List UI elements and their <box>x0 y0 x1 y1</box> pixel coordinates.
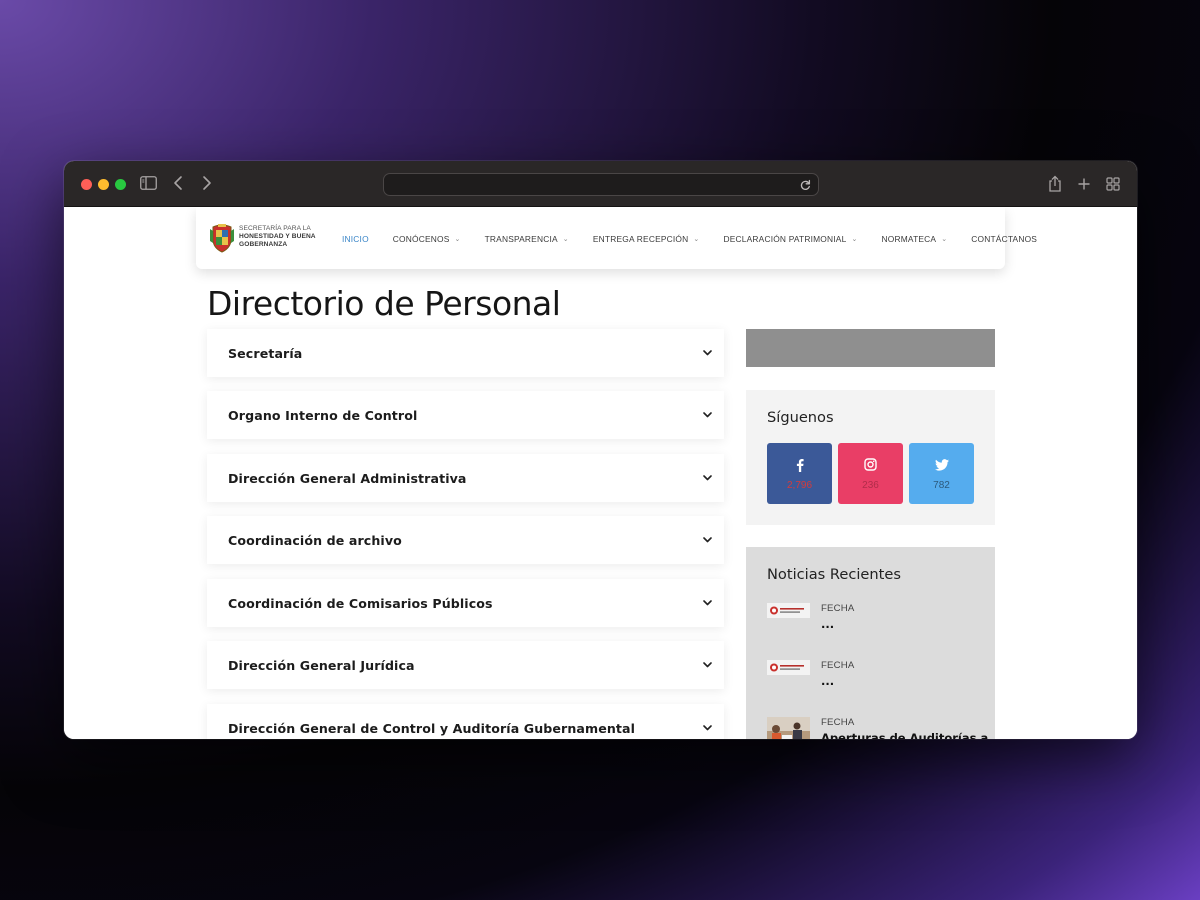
nav-item-label: TRANSPARENCIA <box>484 233 558 244</box>
logo-line: GOBERNANZA <box>239 241 288 248</box>
follow-us-title: Síguenos <box>767 409 834 426</box>
news-date: FECHA <box>821 603 855 614</box>
recent-news-widget: Noticias Recientes FECHA ... FECHA ... F… <box>746 547 995 739</box>
coat-of-arms-logo-icon[interactable] <box>209 223 235 253</box>
chevron-down-icon: ⌄ <box>454 235 461 243</box>
site-header: SECRETARÍA PARA LA HONESTIDAD Y BUENA GO… <box>196 208 1037 269</box>
forward-arrow-icon[interactable] <box>200 173 214 193</box>
site-logo-text[interactable]: SECRETARÍA PARA LA HONESTIDAD Y BUENA GO… <box>239 225 329 249</box>
news-thumbnail-photo-icon[interactable] <box>767 717 810 739</box>
nav-item-label: CONÓCENOS <box>392 233 450 244</box>
accordion-item-label: Dirección General Jurídica <box>228 657 415 673</box>
accordion-item-coordinacion-de-comisarios-publicos[interactable]: Coordinación de Comisarios Públicos <box>207 579 724 627</box>
news-date: FECHA <box>821 717 855 728</box>
chevron-down-icon <box>702 724 712 732</box>
recent-news-title: Noticias Recientes <box>767 566 901 583</box>
nav-item-inicio[interactable]: INICIO <box>342 234 369 244</box>
news-item[interactable]: FECHA Aperturas de Auditorías a <box>767 717 988 739</box>
nav-item-label: INICIO <box>342 233 369 244</box>
nav-item-label: NORMATECA <box>881 233 937 244</box>
new-tab-icon[interactable] <box>1076 174 1092 194</box>
accordion-item-label: Coordinación de archivo <box>228 532 402 548</box>
page-title: Directorio de Personal <box>207 284 561 323</box>
accordion-item-label: Coordinación de Comisarios Públicos <box>228 595 493 611</box>
nav-item-normateca[interactable]: NORMATECA ⌄ <box>882 234 948 244</box>
news-title[interactable]: ... <box>821 617 834 631</box>
news-thumbnail-logo-icon[interactable] <box>767 660 810 675</box>
nav-item-transparencia[interactable]: TRANSPARENCIA ⌄ <box>485 234 569 244</box>
accordion-item-label: Organo Interno de Control <box>228 407 418 423</box>
accordion-item-label: Dirección General Administrativa <box>228 470 467 486</box>
accordion-item-label: Dirección General de Control y Auditoría… <box>228 720 636 736</box>
browser-toolbar <box>64 161 1137 207</box>
accordion-item-coordinacion-de-archivo[interactable]: Coordinación de archivo <box>207 516 724 564</box>
chevron-down-icon <box>702 661 712 669</box>
nav-item-label: ENTREGA RECEPCIÓN <box>592 233 689 244</box>
news-thumbnail-logo-icon[interactable] <box>767 603 810 618</box>
tab-overview-icon[interactable] <box>1105 176 1121 192</box>
back-arrow-icon[interactable] <box>171 173 185 193</box>
instagram-button[interactable]: 236 <box>838 443 903 504</box>
minimize-window-button[interactable] <box>98 179 109 190</box>
browser-window: SECRETARÍA PARA LA HONESTIDAD Y BUENA GO… <box>64 161 1137 739</box>
twitter-count: 782 <box>933 479 950 491</box>
chevron-down-icon: ⌄ <box>693 235 700 243</box>
logo-line: HONESTIDAD Y BUENA <box>239 233 316 240</box>
accordion-item-direccion-general-de-control-y-auditoria[interactable]: Dirección General de Control y Auditoría… <box>207 704 724 739</box>
news-date: FECHA <box>821 660 855 671</box>
logo-line: SECRETARÍA PARA LA <box>239 225 311 232</box>
nav-item-entrega-recepcion[interactable]: ENTREGA RECEPCIÓN ⌄ <box>593 234 700 244</box>
accordion-item-direccion-general-juridica[interactable]: Dirección General Jurídica <box>207 641 724 689</box>
main-navigation: INICIO CONÓCENOS ⌄ TRANSPARENCIA ⌄ ENTREGA… <box>342 208 1037 269</box>
nav-item-contactanos[interactable]: CONTÁCTANOS <box>971 234 1037 244</box>
chevron-down-icon: ⌄ <box>851 235 858 243</box>
close-window-button[interactable] <box>81 179 92 190</box>
accordion-item-secretaria[interactable]: Secretaría <box>207 329 724 377</box>
chevron-down-icon <box>702 474 712 482</box>
accordion-item-direccion-general-administrativa[interactable]: Dirección General Administrativa <box>207 454 724 502</box>
chevron-down-icon: ⌄ <box>562 235 569 243</box>
news-title[interactable]: Aperturas de Auditorías a <box>821 731 988 739</box>
page-viewport: SECRETARÍA PARA LA HONESTIDAD Y BUENA GO… <box>64 208 1137 739</box>
address-bar[interactable] <box>383 173 819 196</box>
instagram-icon <box>864 457 877 473</box>
sidebar-banner <box>746 329 995 367</box>
nav-item-label: DECLARACIÓN PATRIMONIAL <box>723 233 847 244</box>
twitter-icon <box>934 457 949 473</box>
nav-item-label: CONTÁCTANOS <box>971 233 1038 244</box>
chevron-down-icon <box>702 349 712 357</box>
news-item[interactable]: FECHA ... <box>767 603 982 643</box>
twitter-button[interactable]: 782 <box>909 443 974 504</box>
share-icon[interactable] <box>1047 174 1063 194</box>
chevron-down-icon <box>702 411 712 419</box>
instagram-count: 236 <box>862 479 879 491</box>
facebook-button[interactable]: 2,796 <box>767 443 832 504</box>
nav-item-conocenos[interactable]: CONÓCENOS ⌄ <box>393 234 461 244</box>
chevron-down-icon: ⌄ <box>941 235 948 243</box>
reload-icon[interactable] <box>798 177 812 193</box>
news-item[interactable]: FECHA ... <box>767 660 982 700</box>
sidebar-toggle-icon[interactable] <box>140 176 157 190</box>
zoom-window-button[interactable] <box>115 179 126 190</box>
chevron-down-icon <box>702 599 712 607</box>
accordion-item-label: Secretaría <box>228 345 303 361</box>
chevron-down-icon <box>702 536 712 544</box>
follow-us-widget: Síguenos 2,796 236 782 <box>746 390 995 525</box>
facebook-count: 2,796 <box>786 479 813 491</box>
accordion-item-organo-interno-de-control[interactable]: Organo Interno de Control <box>207 391 724 439</box>
nav-item-declaracion-patrimonial[interactable]: DECLARACIÓN PATRIMONIAL ⌄ <box>723 234 857 244</box>
news-title[interactable]: ... <box>821 674 834 688</box>
facebook-icon <box>796 457 804 473</box>
